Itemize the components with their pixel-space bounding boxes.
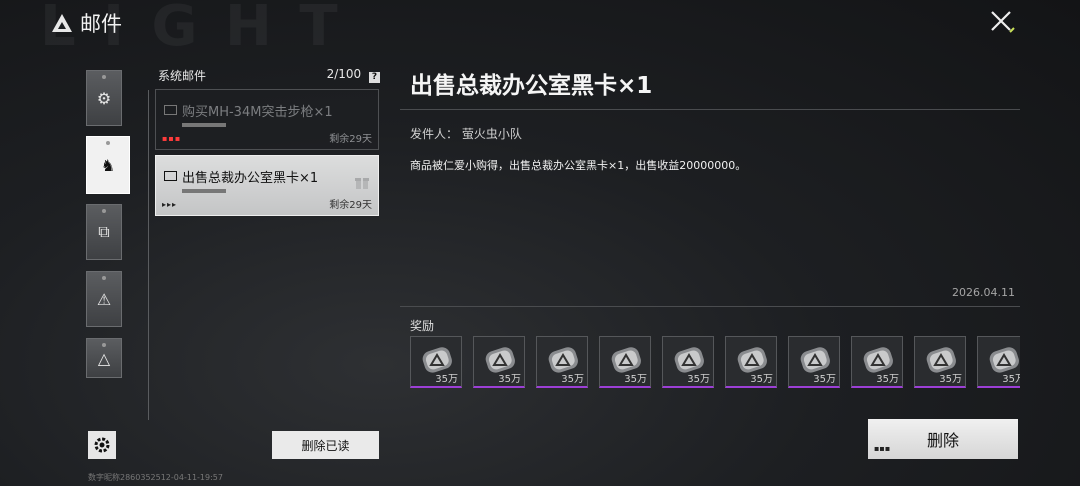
pin-icon bbox=[102, 276, 106, 280]
mail-remaining-days: 剩余29天 bbox=[329, 134, 372, 145]
category-tab-triangle[interactable]: △ bbox=[86, 338, 122, 378]
mail-subtitle-bar bbox=[182, 123, 226, 127]
mail-list-header: 系统邮件 2/100 ? bbox=[158, 67, 380, 84]
delete-read-button[interactable]: 删除已读 bbox=[272, 431, 379, 459]
delete-button[interactable]: ▪▪▪ 删除 bbox=[868, 419, 1018, 459]
gear-icon: ⚙ bbox=[96, 88, 112, 108]
reward-item[interactable]: 35万 bbox=[599, 336, 651, 388]
mail-subtitle-bar bbox=[182, 189, 226, 193]
puzzle-icon: ⧉ bbox=[98, 222, 110, 241]
user-id-footer: 数字昵称2860352512-04-11-19:57 bbox=[88, 473, 223, 482]
gift-icon bbox=[355, 178, 369, 189]
reward-quantity: 35万 bbox=[561, 374, 584, 385]
reward-item[interactable]: 35万 bbox=[725, 336, 777, 388]
title-divider bbox=[400, 109, 1020, 110]
reward-label: 奖励 bbox=[410, 319, 435, 333]
mail-indicator: ▸▸▸ bbox=[162, 200, 178, 209]
button-dots: ▪▪▪ bbox=[874, 444, 891, 453]
reward-quantity: 35万 bbox=[498, 374, 521, 385]
reward-quantity: 35万 bbox=[1002, 374, 1020, 385]
mail-remaining-days: 剩余29天 bbox=[329, 200, 372, 211]
reward-item[interactable]: 35万 bbox=[788, 336, 840, 388]
pin-icon bbox=[102, 75, 106, 79]
mail-item[interactable]: 购买MH-34M突击步枪×1 ▪▪▪ 剩余29天 bbox=[155, 89, 379, 150]
reward-item[interactable]: 35万 bbox=[473, 336, 525, 388]
mail-subject: 出售总裁办公室黑卡×1 bbox=[182, 171, 319, 186]
mail-count: 2/100 bbox=[326, 67, 362, 81]
reward-quantity: 35万 bbox=[876, 374, 899, 385]
mail-list-title: 系统邮件 bbox=[158, 69, 207, 83]
read-indicator: ▪▪▪ bbox=[162, 134, 182, 143]
reward-quantity: 35万 bbox=[435, 374, 458, 385]
reward-quantity: 35万 bbox=[687, 374, 710, 385]
page-title: 邮件 bbox=[80, 12, 122, 36]
reward-divider bbox=[400, 306, 1020, 307]
mail-subject: 购买MH-34M突击步枪×1 bbox=[182, 105, 333, 120]
mail-date: 2026.04.11 bbox=[952, 286, 1015, 299]
gear-icon bbox=[94, 437, 110, 453]
reward-item[interactable]: 35万 bbox=[662, 336, 714, 388]
help-icon[interactable]: ? bbox=[369, 72, 380, 83]
pin-icon bbox=[102, 343, 106, 347]
envelope-icon bbox=[164, 105, 177, 115]
header: 邮件 bbox=[50, 8, 122, 38]
settings-button[interactable] bbox=[88, 431, 116, 459]
category-tab-warning[interactable]: ⚠ bbox=[86, 271, 122, 327]
reward-item[interactable]: 35万 bbox=[977, 336, 1020, 388]
category-tab-settings[interactable]: ⚙ bbox=[86, 70, 122, 126]
category-tab-puzzle[interactable]: ⧉ bbox=[86, 204, 122, 260]
mail-body: 商品被仁爱小购得，出售总裁办公室黑卡×1，出售收益20000000。 bbox=[410, 159, 747, 172]
mail-detail-title: 出售总裁办公室黑卡×1 bbox=[410, 73, 653, 99]
warning-icon: ⚠ bbox=[96, 289, 112, 309]
reward-item[interactable]: 35万 bbox=[536, 336, 588, 388]
reward-quantity: 35万 bbox=[813, 374, 836, 385]
mail-item-selected[interactable]: 出售总裁办公室黑卡×1 ▸▸▸ 剩余29天 bbox=[155, 155, 379, 216]
mail-count-wrap: 2/100 ? bbox=[327, 67, 380, 84]
close-icon[interactable] bbox=[986, 6, 1016, 36]
reward-quantity: 35万 bbox=[624, 374, 647, 385]
sender-name: 萤火虫小队 bbox=[461, 127, 522, 141]
reward-quantity: 35万 bbox=[750, 374, 773, 385]
reward-list: 35万 35万 35万 35万 35万 35万 35万 35万 35万 35万 bbox=[410, 336, 1020, 390]
sender-line: 发件人： 萤火虫小队 bbox=[410, 125, 522, 142]
knight-icon: ♞ bbox=[100, 155, 116, 175]
reward-item[interactable]: 35万 bbox=[851, 336, 903, 388]
reward-item[interactable]: 35万 bbox=[914, 336, 966, 388]
reward-quantity: 35万 bbox=[939, 374, 962, 385]
triangle-icon: △ bbox=[97, 348, 111, 368]
app-logo-icon bbox=[52, 14, 72, 32]
sender-label: 发件人： bbox=[410, 127, 459, 141]
pin-icon bbox=[106, 141, 110, 145]
reward-item[interactable]: 35万 bbox=[410, 336, 462, 388]
delete-button-label: 删除 bbox=[926, 431, 959, 450]
pin-icon bbox=[102, 209, 106, 213]
category-tab-system[interactable]: ♞ bbox=[86, 136, 130, 194]
envelope-icon bbox=[164, 171, 177, 181]
list-divider bbox=[148, 90, 149, 420]
